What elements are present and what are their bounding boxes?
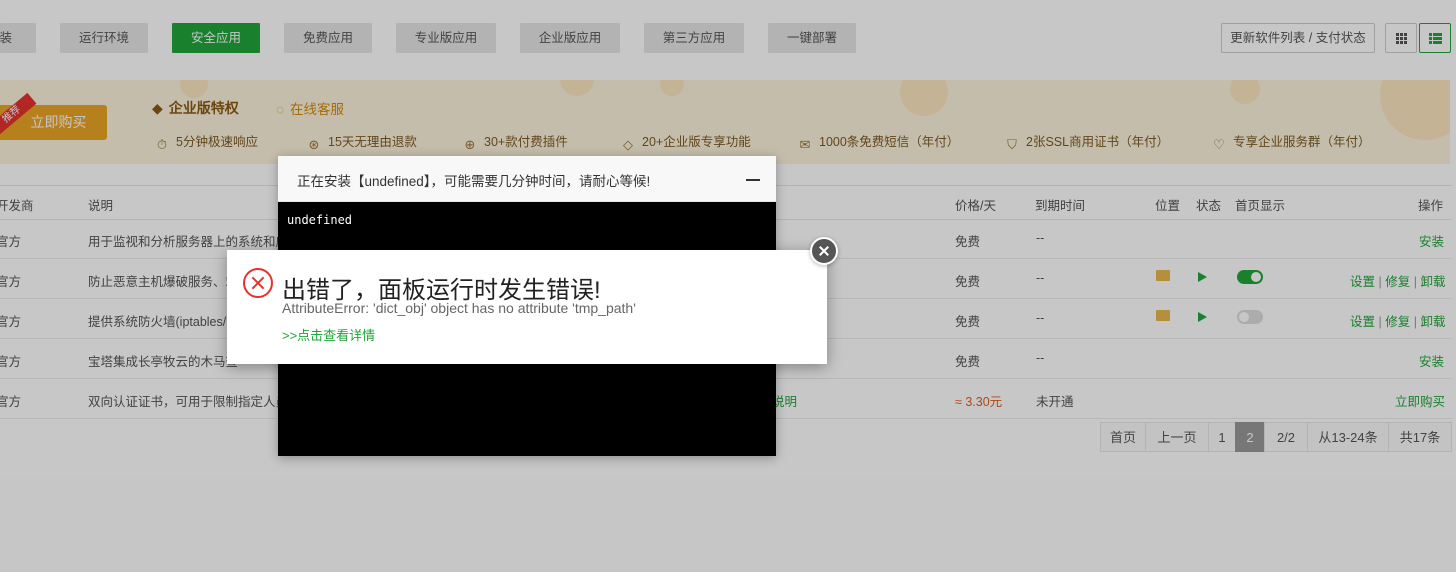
error-details-link[interactable]: >>点击查看详情 — [282, 325, 375, 344]
error-message: AttributeError: 'dict_obj' object has no… — [282, 300, 636, 316]
install-dialog-header: 正在安装【undefined】，可能需要几分钟时间，请耐心等候! — [278, 156, 776, 202]
page-background — [0, 478, 1456, 572]
error-dialog: 出错了，面板运行时发生错误! AttributeError: 'dict_obj… — [227, 250, 827, 364]
install-dialog-title: 正在安装【undefined】，可能需要几分钟时间，请耐心等候! — [297, 174, 651, 189]
error-icon — [243, 268, 273, 298]
minimize-icon[interactable] — [746, 179, 760, 181]
install-console-output: undefined — [287, 213, 353, 227]
close-icon[interactable] — [810, 237, 838, 265]
